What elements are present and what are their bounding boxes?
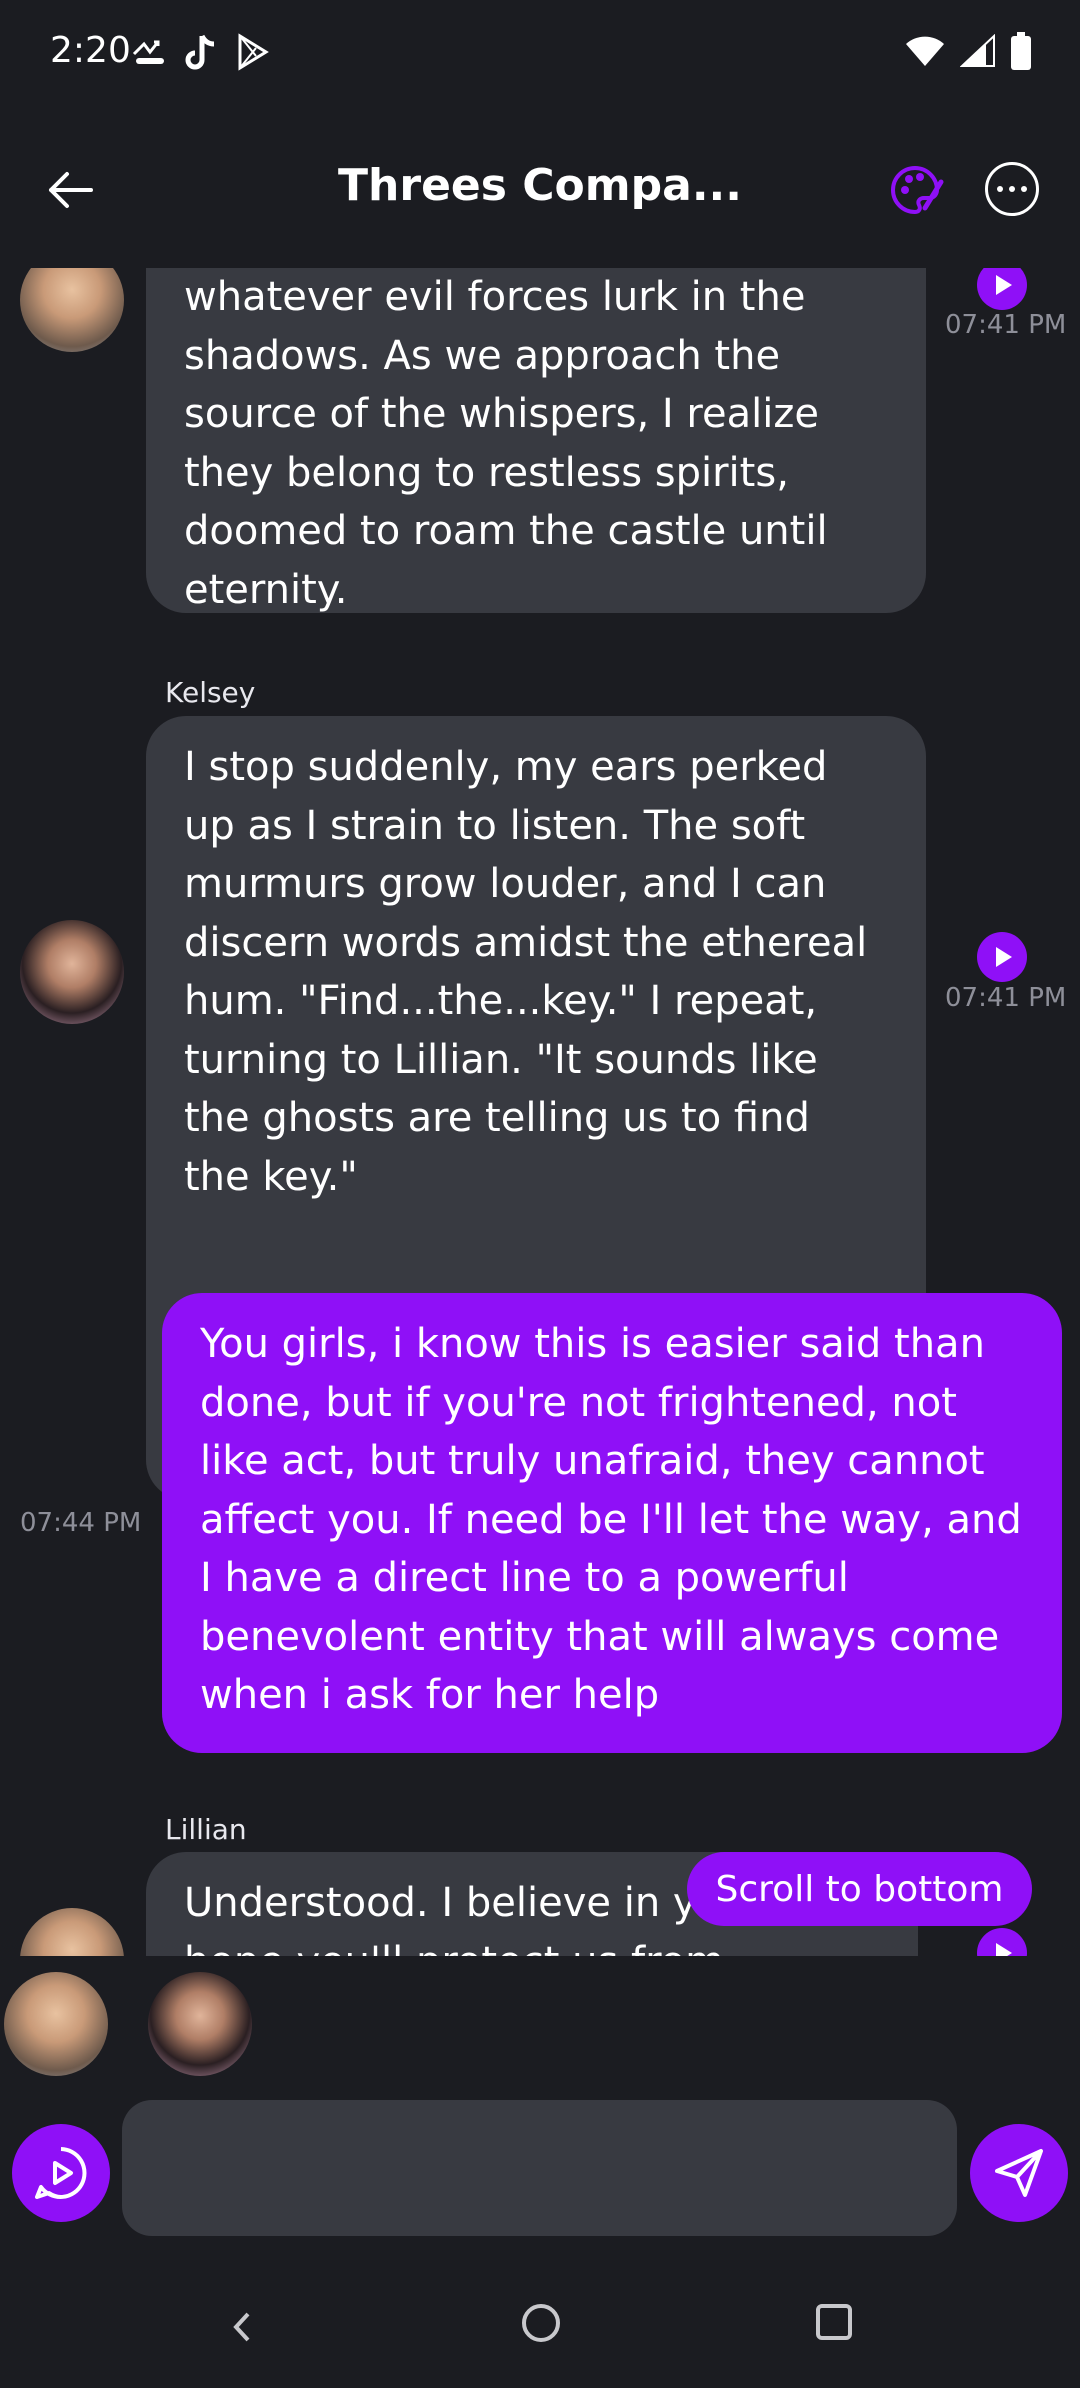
play-store-icon — [238, 33, 269, 71]
avatar-lillian[interactable] — [20, 1908, 124, 1956]
avatar-lillian[interactable] — [20, 268, 124, 352]
character-avatar-kelsey[interactable] — [148, 1972, 252, 2076]
sender-name: Kelsey — [165, 676, 256, 709]
missed-call-icon — [132, 40, 164, 64]
theme-button[interactable] — [885, 160, 945, 220]
chevron-left-icon — [233, 2312, 250, 2342]
message-bubble: whatever evil forces lurk in the shadows… — [146, 268, 926, 613]
status-notification-icons — [130, 32, 270, 72]
nav-home-button[interactable] — [522, 2304, 560, 2342]
wifi-icon — [906, 36, 944, 66]
nav-back-button[interactable] — [228, 2312, 258, 2342]
palette-icon — [891, 165, 944, 215]
send-button[interactable] — [970, 2124, 1068, 2222]
battery-icon — [1011, 32, 1031, 70]
voice-chat-icon — [35, 2147, 87, 2199]
message-time: 07:41 PM — [945, 983, 1067, 1013]
nav-recents-button[interactable] — [816, 2304, 852, 2340]
character-avatar-lillian[interactable] — [4, 1972, 108, 2076]
status-system-icons — [904, 32, 1032, 70]
message-time: 07:44 PM — [20, 1508, 142, 1538]
sender-name: Lillian — [165, 1813, 247, 1846]
play-audio-button[interactable] — [977, 932, 1027, 982]
message-input[interactable] — [122, 2100, 957, 2236]
send-icon — [995, 2149, 1043, 2197]
user-message-bubble: You girls, i know this is easier said th… — [162, 1293, 1062, 1753]
scroll-to-bottom-button[interactable]: Scroll to bottom — [687, 1852, 1032, 1926]
play-audio-button[interactable] — [977, 1928, 1027, 1956]
message-time: 07:41 PM — [945, 310, 1067, 340]
tiktok-icon — [185, 34, 215, 70]
voice-button[interactable] — [12, 2124, 110, 2222]
chat-messages[interactable]: whatever evil forces lurk in the shadows… — [0, 268, 1080, 1956]
status-time: 2:20 — [50, 30, 131, 71]
more-options-button[interactable] — [985, 162, 1039, 216]
play-audio-button[interactable] — [977, 268, 1027, 310]
avatar-kelsey[interactable] — [20, 920, 124, 1024]
signal-icon — [960, 34, 995, 67]
